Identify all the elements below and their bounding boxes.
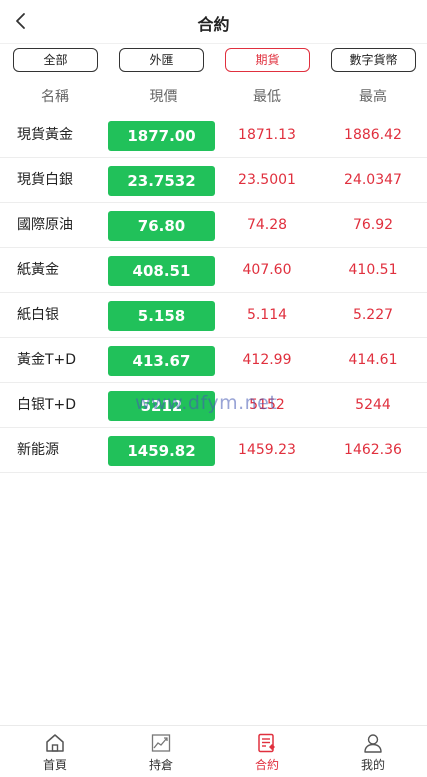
column-price-header: 現價 <box>149 89 178 105</box>
current-price-button[interactable]: 23.7532 <box>108 166 215 196</box>
tab-positions[interactable]: 持倉 <box>108 726 214 777</box>
contract-name: 紙黃金 <box>17 262 59 278</box>
contract-list: 現貨黃金 1877.00 1871.13 1886.42 現貨白銀 23.753… <box>0 113 427 473</box>
current-price-button[interactable]: 1877.00 <box>108 121 215 151</box>
contract-name: 現貨黃金 <box>17 127 73 143</box>
table-row[interactable]: 紙黃金 408.51 407.60 410.51 <box>0 248 427 293</box>
tab-mine-label: 我的 <box>360 758 385 772</box>
high-price: 76.92 <box>352 217 394 233</box>
filter-bar: 全部 外匯 期貨 數字貨幣 <box>0 48 427 72</box>
high-price: 1886.42 <box>344 127 402 143</box>
contract-icon <box>258 733 275 753</box>
contract-name: 紙白银 <box>17 307 59 323</box>
current-price-button[interactable]: 76.80 <box>108 211 215 241</box>
table-row[interactable]: 新能源 1459.82 1459.23 1462.36 <box>0 428 427 473</box>
filter-forex-button[interactable]: 外匯 <box>119 48 204 72</box>
current-price-button[interactable]: 408.51 <box>108 256 215 286</box>
contract-name: 國際原油 <box>17 217 73 233</box>
low-price: 1871.13 <box>238 127 296 143</box>
tab-mine[interactable]: 我的 <box>320 726 426 777</box>
tab-home[interactable]: 首頁 <box>2 726 108 777</box>
bottom-tab-bar: 首頁 持倉 合約 我的 <box>0 725 427 777</box>
table-row[interactable]: 國際原油 76.80 74.28 76.92 <box>0 203 427 248</box>
low-price: 1459.23 <box>238 442 296 458</box>
tab-positions-label: 持倉 <box>148 758 173 772</box>
current-price-button[interactable]: 413.67 <box>108 346 215 376</box>
contract-name: 白银T+D <box>17 397 77 413</box>
high-price: 5244 <box>355 397 391 413</box>
table-row[interactable]: 現貨黃金 1877.00 1871.13 1886.42 <box>0 113 427 158</box>
column-header: 名稱 現價 最低 最高 <box>0 86 427 110</box>
home-icon <box>46 734 64 752</box>
current-price-button[interactable]: 1459.82 <box>108 436 215 466</box>
table-row[interactable]: 黃金T+D 413.67 412.99 414.61 <box>0 338 427 383</box>
chart-icon <box>151 734 171 752</box>
high-price: 414.61 <box>348 352 398 368</box>
watermark: www.dfym.net <box>135 392 278 414</box>
page-title: 合約 <box>197 15 230 34</box>
current-price-button[interactable]: 5.158 <box>108 301 215 331</box>
filter-crypto-button[interactable]: 數字貨幣 <box>331 48 416 72</box>
user-icon <box>364 734 382 753</box>
column-low-header: 最低 <box>253 89 281 105</box>
column-high-header: 最高 <box>359 89 387 105</box>
filter-futures-button[interactable]: 期貨 <box>225 48 310 72</box>
low-price: 5.114 <box>246 307 288 323</box>
table-row[interactable]: 紙白银 5.158 5.114 5.227 <box>0 293 427 338</box>
low-price: 412.99 <box>242 352 292 368</box>
tab-home-label: 首頁 <box>42 758 67 772</box>
low-price: 74.28 <box>246 217 288 233</box>
tab-contracts[interactable]: 合約 <box>214 726 320 777</box>
high-price: 24.0347 <box>344 172 402 188</box>
low-price: 23.5001 <box>238 172 296 188</box>
contract-name: 黃金T+D <box>17 352 77 368</box>
column-name-header: 名稱 <box>41 89 69 105</box>
contract-name: 現貨白銀 <box>17 172 73 188</box>
header: 合約 <box>0 0 427 44</box>
contract-name: 新能源 <box>17 442 59 458</box>
high-price: 5.227 <box>352 307 394 323</box>
tab-contracts-label: 合約 <box>254 758 279 772</box>
high-price: 1462.36 <box>344 442 402 458</box>
table-row[interactable]: 現貨白銀 23.7532 23.5001 24.0347 <box>0 158 427 203</box>
high-price: 410.51 <box>348 262 398 278</box>
low-price: 407.60 <box>242 262 292 278</box>
filter-all-button[interactable]: 全部 <box>13 48 98 72</box>
